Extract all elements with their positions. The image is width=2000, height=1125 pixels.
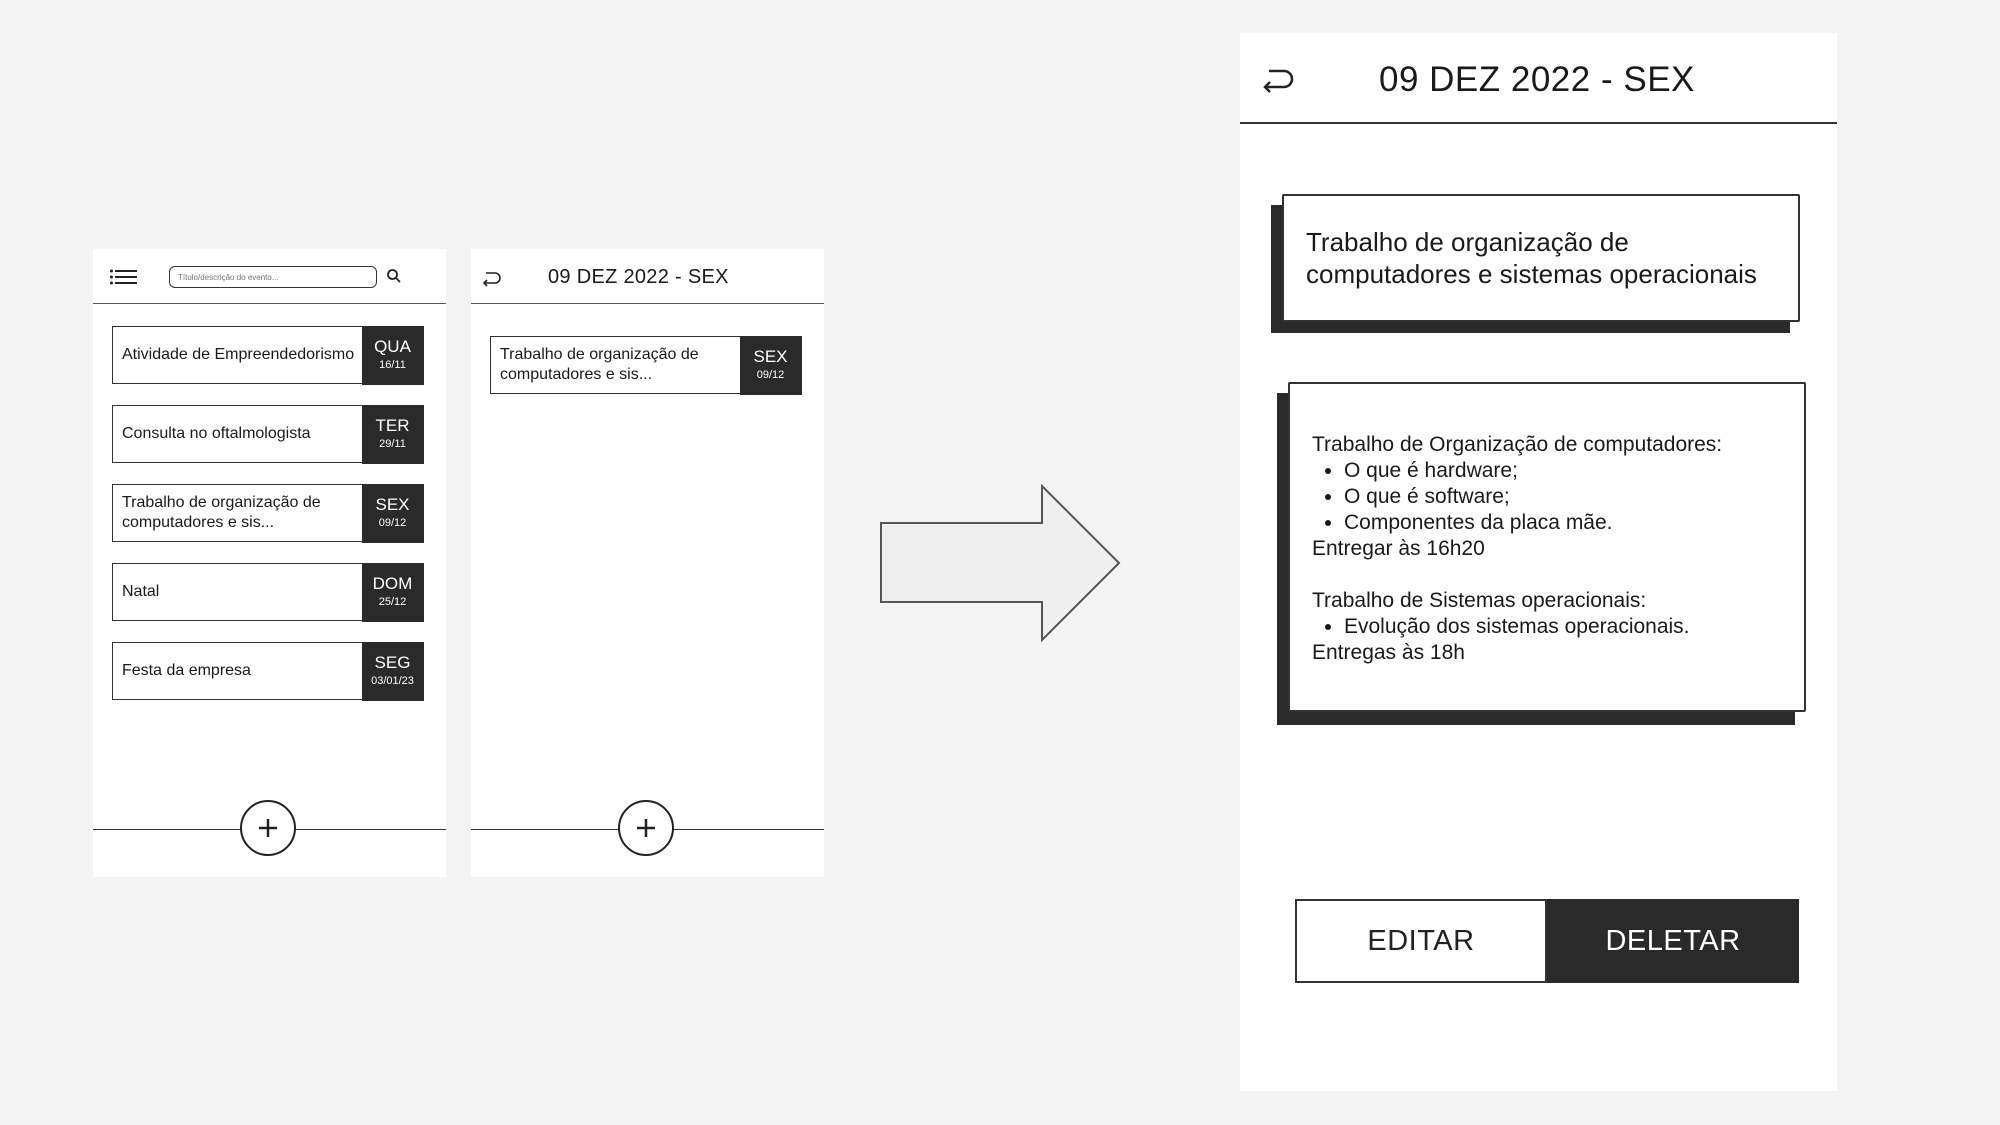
event-title-card: Trabalho de organização de computadores … xyxy=(1282,194,1800,322)
event-date-badge: SEG 03/01/23 xyxy=(361,641,424,701)
description-list: Evolução dos sistemas operacionais. xyxy=(1312,614,1722,640)
list-item: Componentes da placa mãe. xyxy=(1344,510,1722,536)
add-event-button[interactable] xyxy=(240,800,296,856)
description-heading: Trabalho de Organização de computadores: xyxy=(1312,433,1723,456)
event-title: Atividade de Empreendedorismo xyxy=(122,346,355,363)
event-title: Festa da empresa xyxy=(122,662,251,679)
plus-icon xyxy=(637,819,655,837)
event-card[interactable]: Festa da empresa SEG 03/01/23 xyxy=(112,641,424,701)
event-date: 09/12 xyxy=(756,368,785,381)
event-card[interactable]: Trabalho de organização de computadores … xyxy=(490,335,802,395)
description-deadline: Entregas às 18h xyxy=(1312,641,1465,664)
list-item: O que é hardware; xyxy=(1344,458,1722,484)
menu-icon[interactable] xyxy=(110,269,137,285)
description-deadline: Entregar às 16h20 xyxy=(1312,537,1485,560)
day-view-screen: 09 DEZ 2022 - SEX Trabalho de organizaçã… xyxy=(471,249,824,877)
description-heading: Trabalho de Sistemas operacionais: xyxy=(1312,589,1647,612)
list-item: O que é software; xyxy=(1344,484,1722,510)
event-weekday: DOM xyxy=(372,573,413,593)
event-date-badge: TER 29/11 xyxy=(361,404,424,464)
search-box xyxy=(169,266,377,288)
search-input[interactable] xyxy=(178,268,368,287)
event-date: 25/12 xyxy=(378,595,407,608)
day-header: 09 DEZ 2022 - SEX xyxy=(471,249,824,304)
event-title: Trabalho de organização de computadores … xyxy=(122,494,321,531)
event-weekday: QUA xyxy=(374,336,411,356)
page-title: 09 DEZ 2022 - SEX xyxy=(548,266,729,288)
event-card[interactable]: Trabalho de organização de computadores … xyxy=(112,483,424,543)
event-date-badge: SEX 09/12 xyxy=(361,483,424,543)
event-title: Trabalho de organização de computadores … xyxy=(1306,227,1757,289)
plus-icon xyxy=(259,819,277,837)
event-date-badge: QUA 16/11 xyxy=(361,325,424,385)
event-title: Natal xyxy=(122,583,160,600)
page-title: 09 DEZ 2022 - SEX xyxy=(1379,60,1695,99)
search-icon[interactable] xyxy=(386,268,402,284)
event-description: Trabalho de Organização de computadores:… xyxy=(1312,432,1722,666)
event-weekday: SEX xyxy=(375,494,410,514)
back-icon[interactable] xyxy=(1260,65,1294,95)
event-date: 09/12 xyxy=(378,516,407,529)
event-date-badge: DOM 25/12 xyxy=(361,562,424,622)
event-date: 03/01/23 xyxy=(371,674,414,687)
event-detail-screen: 09 DEZ 2022 - SEX Trabalho de organizaçã… xyxy=(1240,33,1837,1091)
list-header xyxy=(93,249,446,304)
back-icon[interactable] xyxy=(481,269,501,287)
right-arrow-icon xyxy=(880,484,1121,642)
delete-button[interactable]: DELETAR xyxy=(1547,899,1799,983)
event-weekday: TER xyxy=(375,415,410,435)
event-weekday: SEG xyxy=(374,652,411,672)
event-date-badge: SEX 09/12 xyxy=(739,335,802,395)
event-date: 16/11 xyxy=(379,358,406,371)
event-description-card: Trabalho de Organização de computadores:… xyxy=(1288,382,1806,712)
event-card[interactable]: Natal DOM 25/12 xyxy=(112,562,424,622)
edit-button[interactable]: EDITAR xyxy=(1295,899,1547,983)
event-date: 29/11 xyxy=(379,437,406,450)
add-event-button[interactable] xyxy=(618,800,674,856)
event-card[interactable]: Consulta no oftalmologista TER 29/11 xyxy=(112,404,424,464)
event-card[interactable]: Atividade de Empreendedorismo QUA 16/11 xyxy=(112,325,424,385)
list-item: Evolução dos sistemas operacionais. xyxy=(1344,614,1722,640)
detail-header: 09 DEZ 2022 - SEX xyxy=(1240,33,1837,124)
event-weekday: SEX xyxy=(753,346,788,366)
description-list: O que é hardware; O que é software; Comp… xyxy=(1312,458,1722,536)
event-title: Trabalho de organização de computadores … xyxy=(500,346,699,383)
event-title: Consulta no oftalmologista xyxy=(122,425,311,442)
event-list-screen: Atividade de Empreendedorismo QUA 16/11 … xyxy=(93,249,446,877)
